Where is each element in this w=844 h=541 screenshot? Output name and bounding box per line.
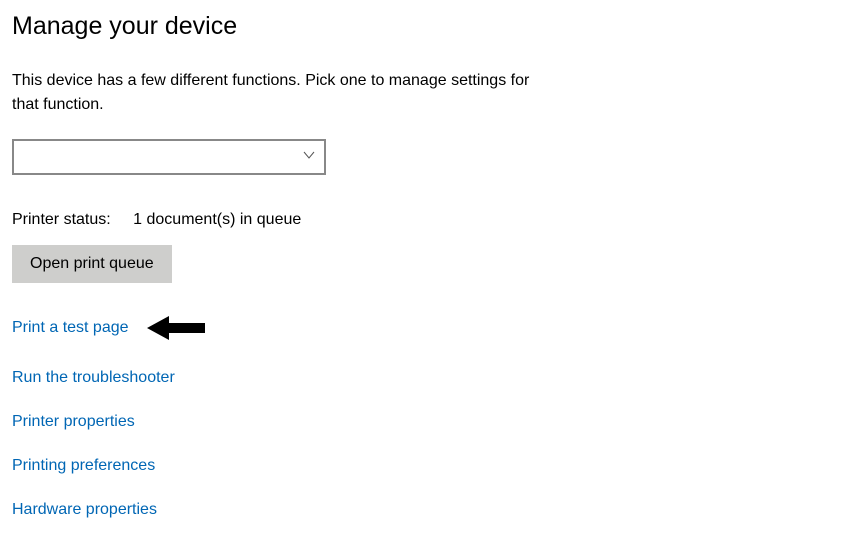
function-select-dropdown[interactable] (12, 139, 326, 175)
printer-status-label: Printer status: (12, 211, 111, 229)
page-title: Manage your device (12, 12, 832, 41)
run-troubleshooter-link[interactable]: Run the troubleshooter (12, 369, 175, 387)
open-print-queue-button[interactable]: Open print queue (12, 245, 172, 283)
printing-preferences-link[interactable]: Printing preferences (12, 457, 155, 475)
print-test-page-link[interactable]: Print a test page (12, 319, 129, 337)
printer-status-row: Printer status: 1 document(s) in queue (12, 211, 832, 229)
hardware-properties-link[interactable]: Hardware properties (12, 501, 157, 519)
arrow-left-icon (147, 313, 205, 343)
printer-status-value: 1 document(s) in queue (133, 211, 301, 228)
printer-properties-link[interactable]: Printer properties (12, 413, 135, 431)
chevron-down-icon (302, 148, 316, 167)
device-description: This device has a few different function… (12, 69, 532, 117)
